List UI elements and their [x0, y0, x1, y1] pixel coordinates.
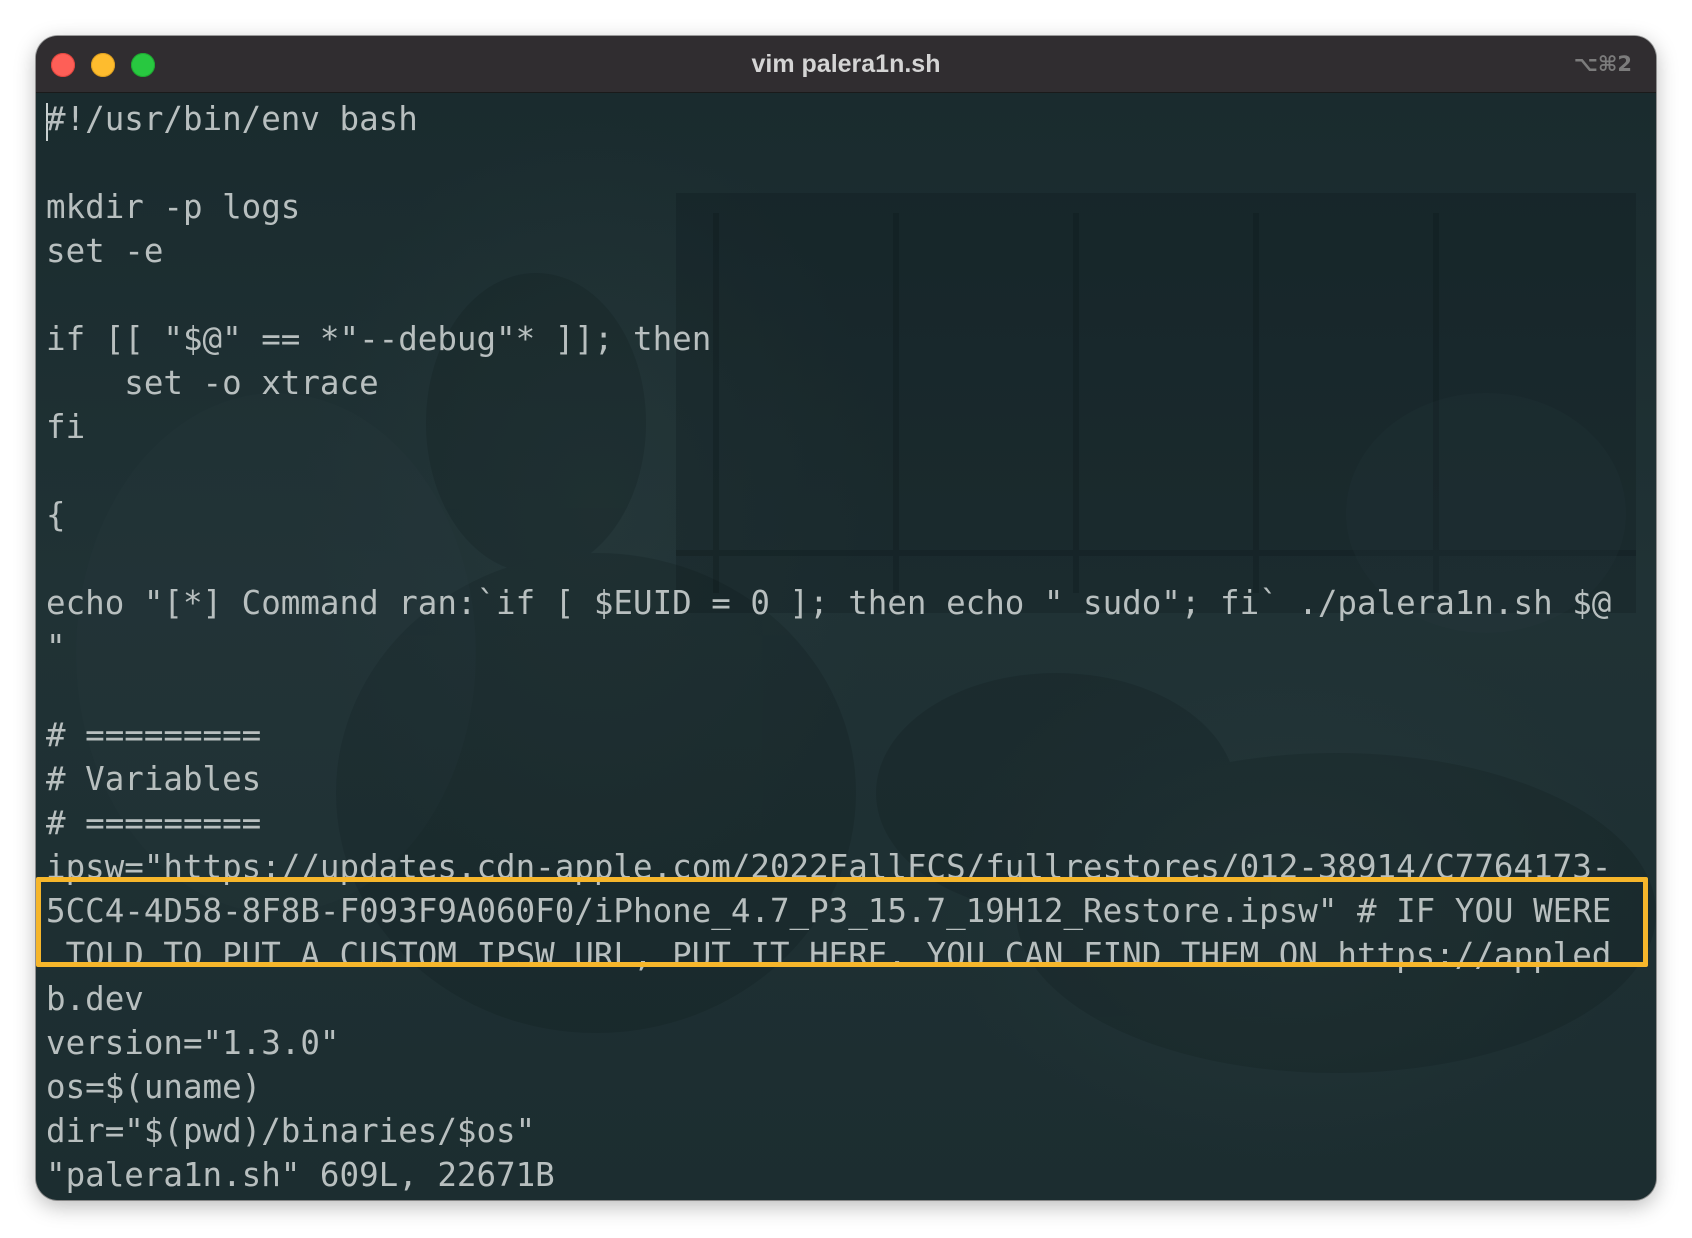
terminal-window: vim palera1n.sh ⌥⌘2 #!/usr/bin/env bash … — [36, 36, 1656, 1200]
code-line: os=$(uname) — [46, 1068, 262, 1106]
code-line: " — [46, 628, 66, 666]
code-line: echo "[*] Command ran:`if [ $EUID = 0 ];… — [46, 584, 1612, 622]
code-line: #!/usr/bin/env bash — [46, 100, 418, 138]
code-line: # ========= — [46, 804, 262, 842]
code-line: if [[ "$@" == *"--debug"* ]]; then — [46, 320, 712, 358]
code-line: { — [46, 496, 66, 534]
title-bar[interactable]: vim palera1n.sh ⌥⌘2 — [36, 36, 1656, 93]
code-line: mkdir -p logs — [46, 188, 301, 226]
ipsw-line-highlight — [36, 877, 1648, 967]
code-line: set -e — [46, 232, 164, 270]
code-buffer[interactable]: #!/usr/bin/env bash mkdir -p logs set -e if… — [46, 97, 1648, 1197]
code-line: # ========= — [46, 716, 262, 754]
code-line: b.dev — [46, 980, 144, 1018]
code-line: version="1.3.0" — [46, 1024, 340, 1062]
code-line: fi — [46, 408, 86, 446]
window-title: vim palera1n.sh — [751, 50, 941, 78]
status-line: "palera1n.sh" 609L, 22671B — [46, 1156, 555, 1194]
terminal-content[interactable]: #!/usr/bin/env bash mkdir -p logs set -e if… — [36, 93, 1656, 1200]
code-line: set -o xtrace — [46, 364, 379, 402]
code-line: dir="$(pwd)/binaries/$os" — [46, 1112, 536, 1150]
code-line: # Variables — [46, 760, 262, 798]
window-shortcut-label: ⌥⌘2 — [1573, 52, 1632, 76]
